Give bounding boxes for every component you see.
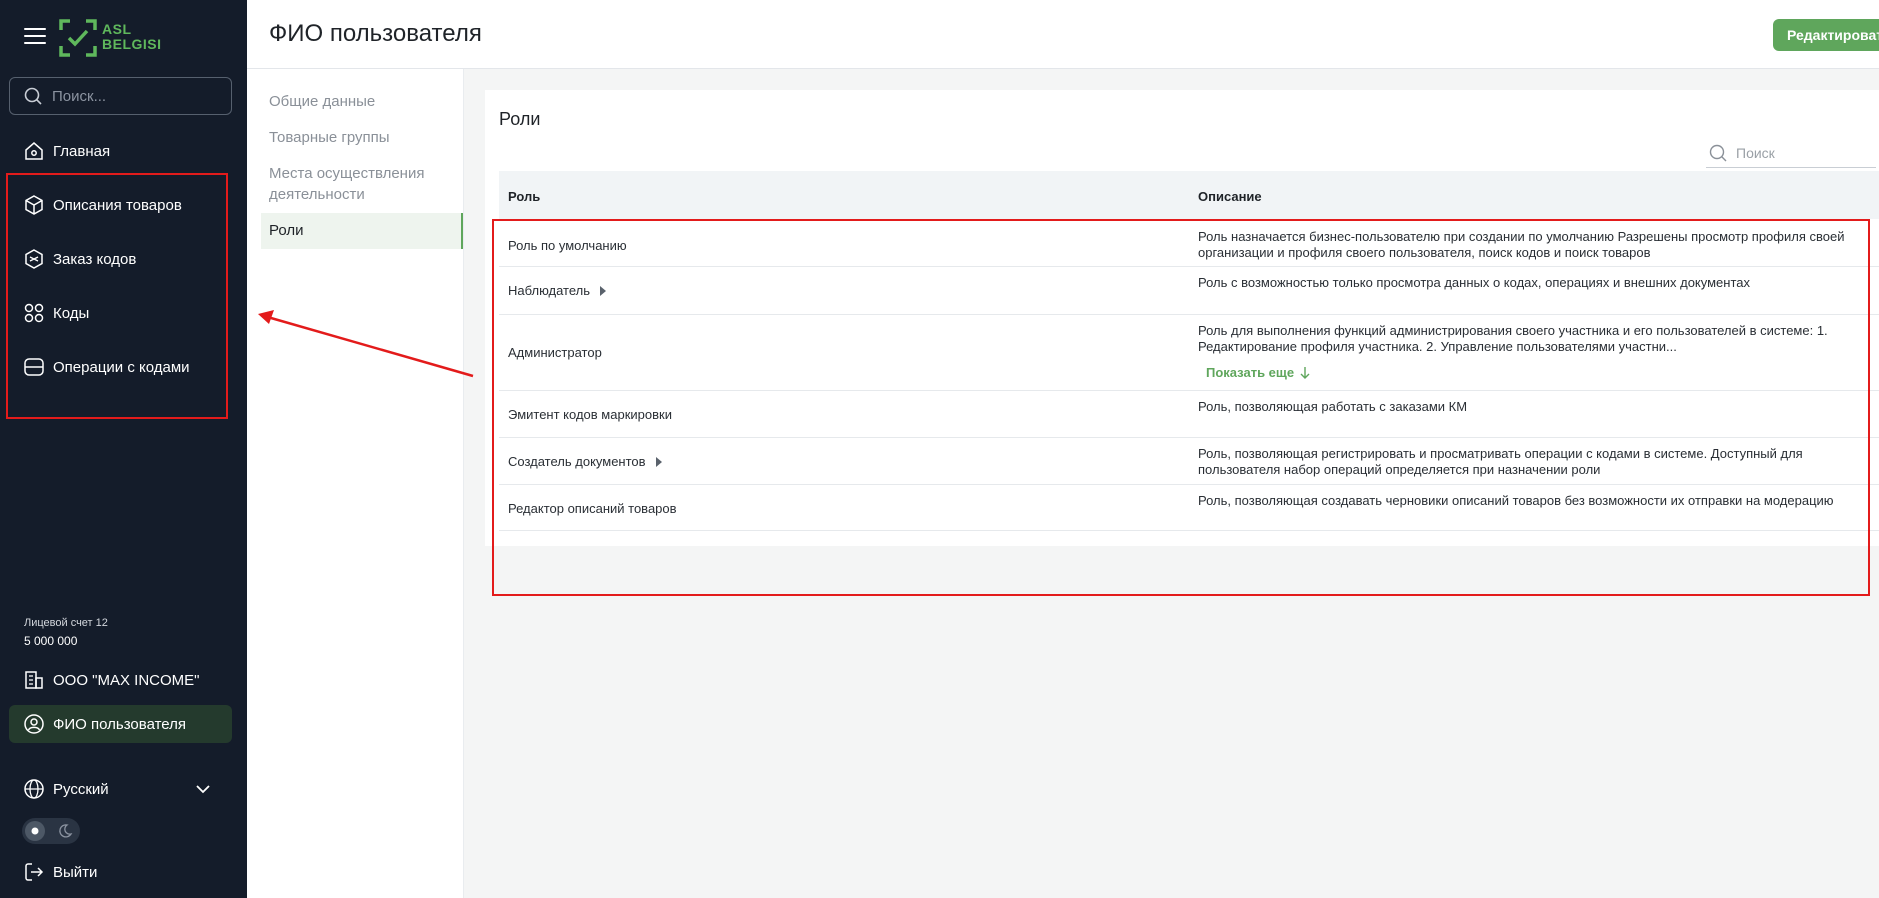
logout-button[interactable]: Выйти [9,853,232,891]
nav-codes-label: Коды [53,304,90,322]
logout-label: Выйти [53,863,98,881]
profile-tabs: Общие данные Товарные группы Места осуще… [247,69,464,898]
edit-button[interactable]: Редактировать [1773,19,1879,51]
search-icon [1709,144,1727,162]
logo-icon [59,19,97,57]
box-icon [25,249,43,269]
role-name: Редактор описаний товаров [508,501,677,516]
column-description: Описание [1198,189,1262,204]
tab-roles[interactable]: Роли [261,213,463,249]
page-title: ФИО пользователя [269,20,482,47]
sidebar: ASL BELGISI Главная Описания товаров Зак… [0,0,247,898]
card-footer [485,546,1879,596]
cube-icon [25,195,43,215]
roles-table-header: Роль Описание [499,171,1879,219]
show-more-link[interactable]: Показать еще [1206,365,1312,380]
tab-product-groups[interactable]: Товарные группы [261,127,463,148]
nav-code-order[interactable]: Заказ кодов [9,240,232,278]
search-icon [24,87,42,105]
role-description: Роль, позволяющая работать с заказами КМ [1198,399,1468,414]
expand-arrow-icon[interactable] [655,456,662,467]
nav-code-order-label: Заказ кодов [53,250,137,268]
role-description: Роль, позволяющая создавать черновики оп… [1198,493,1834,508]
account-balance: 5 000 000 [24,634,78,648]
table-row[interactable]: Наблюдатель Роль с возможностью только п… [499,267,1879,315]
role-name: Создатель документов [508,454,662,469]
operations-icon [24,358,44,376]
table-row[interactable]: Создатель документов Роль, позволяющая р… [499,438,1879,485]
nav-home[interactable]: Главная [9,132,232,170]
expand-arrow-icon[interactable] [600,285,607,296]
language-label: Русский [53,780,109,798]
home-icon [25,142,43,160]
table-row[interactable]: Роль по умолчанию Роль назначается бизне… [499,219,1879,267]
sidebar-search-input[interactable] [50,86,224,106]
role-name: Администратор [508,345,602,360]
user-icon [24,714,44,734]
nav-user-profile[interactable]: ФИО пользователя [9,705,232,743]
tab-activity-places[interactable]: Места осуществления деятельности [261,163,463,205]
role-name: Роль по умолчанию [508,238,627,253]
nav-user-profile-label: ФИО пользователя [53,715,187,733]
nav-product-descriptions[interactable]: Описания товаров [9,186,232,224]
tab-general-data[interactable]: Общие данные [261,91,463,112]
nav-codes[interactable]: Коды [9,294,232,332]
roles-title: Роли [499,109,541,129]
logout-icon [25,863,44,881]
role-description: Роль, позволяющая регистрировать и просм… [1198,446,1803,477]
roles-search[interactable] [1706,139,1876,168]
column-role: Роль [508,189,541,204]
table-row[interactable]: Редактор описаний товаров Роль, позволяю… [499,485,1879,531]
account-label: Лицевой счет 12 [24,617,108,629]
nav-organization-label: ООО "MAX INCOME" [53,671,200,689]
menu-icon[interactable] [24,28,46,44]
roles-search-input[interactable] [1734,144,1868,162]
role-description: Роль с возможностью только просмотра дан… [1198,275,1751,290]
table-row[interactable]: Администратор Роль для выполнения функци… [499,315,1879,391]
nav-home-label: Главная [53,142,111,160]
nav-code-operations[interactable]: Операции с кодами [9,348,232,386]
page-header: ФИО пользователя Редактировать [247,0,1879,69]
chevron-down-icon [196,785,210,794]
role-description: Роль для выполнения функций администриро… [1198,323,1828,354]
moon-icon [59,824,73,838]
role-name: Эмитент кодов маркировки [508,407,672,422]
language-selector[interactable]: Русский [9,770,232,808]
logo-text: ASL BELGISI [102,21,162,52]
codes-icon [24,303,44,323]
sun-icon [25,821,45,841]
table-row[interactable]: Эмитент кодов маркировки Роль, позволяющ… [499,391,1879,438]
building-icon [25,671,43,689]
arrow-down-icon [1300,366,1310,379]
nav-code-operations-label: Операции с кодами [53,358,190,376]
nav-product-descriptions-label: Описания товаров [53,196,182,214]
theme-toggle[interactable] [22,818,80,844]
sidebar-search[interactable] [9,77,232,115]
annotation-arrow-icon [258,310,474,378]
role-description: Роль назначается бизнес-пользователю при… [1198,229,1845,260]
globe-icon [24,779,44,799]
role-name: Наблюдатель [508,283,607,298]
nav-organization[interactable]: ООО "MAX INCOME" [9,661,232,699]
